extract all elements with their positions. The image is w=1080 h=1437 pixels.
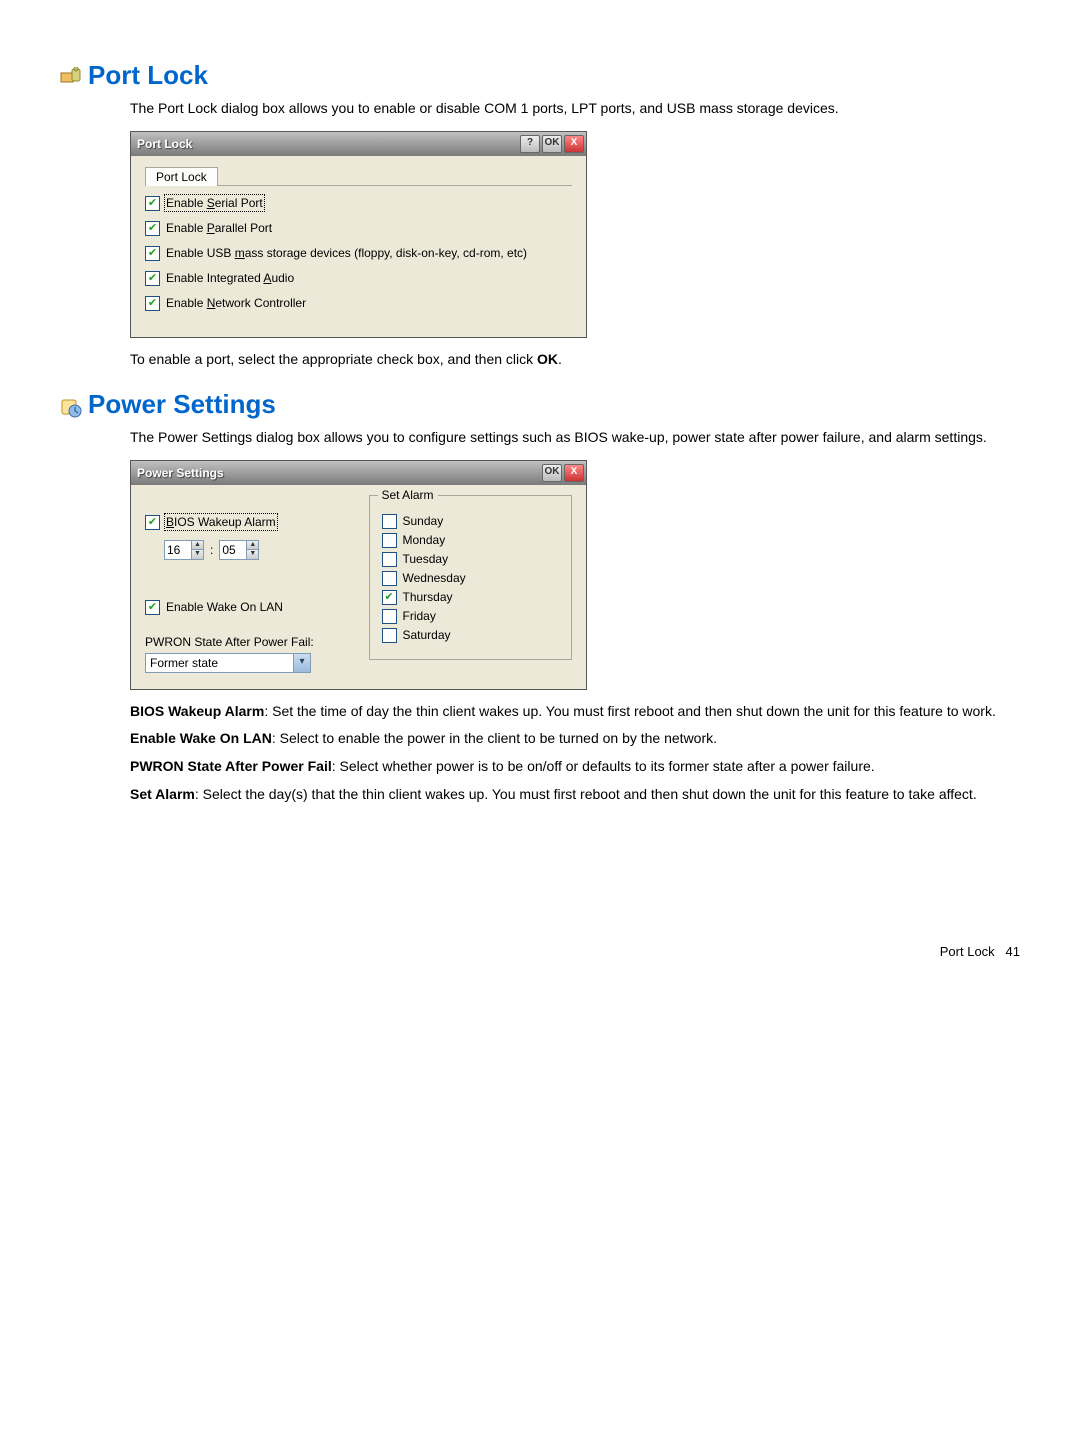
ok-button[interactable]: OK: [542, 135, 562, 153]
checkbox-label: Enable Serial Port: [166, 196, 263, 210]
set-alarm-label: Set Alarm: [378, 488, 438, 502]
minute-input[interactable]: [220, 541, 246, 559]
outro-pre: To enable a port, select the appropriate…: [130, 351, 537, 367]
outro-post: .: [558, 351, 562, 367]
power-intro: The Power Settings dialog box allows you…: [130, 428, 1020, 448]
titlebar-title: Power Settings: [137, 466, 224, 480]
minute-down[interactable]: ▼: [246, 550, 258, 559]
checkbox[interactable]: [382, 514, 397, 529]
tab-portlock[interactable]: Port Lock: [145, 167, 218, 186]
heading-text: Power Settings: [88, 389, 276, 420]
checkbox-label: Enable Parallel Port: [166, 221, 272, 235]
day-thursday[interactable]: Thursday: [382, 590, 560, 605]
desc-pwron: PWRON State After Power Fail: Select whe…: [130, 757, 1020, 777]
desc-wol: Enable Wake On LAN: Select to enable the…: [130, 729, 1020, 749]
power-dialog: Power Settings OK X BIOS Wakeup Alarm ▲▼…: [130, 460, 587, 690]
wol-checkbox[interactable]: [145, 600, 160, 615]
page-footer: Port Lock 41: [60, 944, 1020, 959]
portlock-check-1[interactable]: Enable Parallel Port: [145, 221, 572, 236]
checkbox[interactable]: [145, 271, 160, 286]
portlock-check-4[interactable]: Enable Network Controller: [145, 296, 572, 311]
portlock-outro: To enable a port, select the appropriate…: [130, 350, 1020, 370]
portlock-dialog: Port Lock ? OK X Port Lock Enable Serial…: [130, 131, 587, 338]
wol-row[interactable]: Enable Wake On LAN: [145, 600, 349, 615]
footer-page: 41: [1006, 944, 1020, 959]
pwron-label: PWRON State After Power Fail:: [145, 635, 349, 649]
time-separator: :: [210, 543, 213, 557]
checkbox[interactable]: [145, 196, 160, 211]
hour-spinner[interactable]: ▲▼: [164, 540, 204, 560]
portlock-icon: [60, 65, 82, 87]
day-friday[interactable]: Friday: [382, 609, 560, 624]
day-saturday[interactable]: Saturday: [382, 628, 560, 643]
time-row: ▲▼ : ▲▼: [145, 540, 349, 560]
bios-wakeup-label: BIOS Wakeup Alarm: [166, 515, 276, 529]
portlock-check-2[interactable]: Enable USB mass storage devices (floppy,…: [145, 246, 572, 261]
day-label: Thursday: [403, 590, 453, 604]
portlock-intro: The Port Lock dialog box allows you to e…: [130, 99, 1020, 119]
checkbox-label: Enable Integrated Audio: [166, 271, 294, 285]
close-button[interactable]: X: [564, 135, 584, 153]
bios-wakeup-row[interactable]: BIOS Wakeup Alarm: [145, 515, 349, 530]
minute-up[interactable]: ▲: [246, 541, 258, 551]
minute-spinner[interactable]: ▲▼: [219, 540, 259, 560]
day-label: Saturday: [403, 628, 451, 642]
day-label: Friday: [403, 609, 436, 623]
pwron-value: Former state: [150, 656, 218, 670]
titlebar: Power Settings OK X: [131, 461, 586, 485]
dropdown-arrow-icon[interactable]: ▾: [293, 654, 310, 672]
checkbox-label: Enable USB mass storage devices (floppy,…: [166, 246, 527, 260]
set-alarm-group: Set Alarm SundayMondayTuesdayWednesdayTh…: [369, 495, 573, 660]
day-wednesday[interactable]: Wednesday: [382, 571, 560, 586]
titlebar: Port Lock ? OK X: [131, 132, 586, 156]
pwron-select[interactable]: Former state ▾: [145, 653, 311, 673]
day-label: Wednesday: [403, 571, 466, 585]
checkbox[interactable]: [382, 552, 397, 567]
hour-up[interactable]: ▲: [191, 541, 203, 551]
hour-down[interactable]: ▼: [191, 550, 203, 559]
ok-button[interactable]: OK: [542, 464, 562, 482]
checkbox[interactable]: [145, 296, 160, 311]
day-tuesday[interactable]: Tuesday: [382, 552, 560, 567]
hour-input[interactable]: [165, 541, 191, 559]
section-heading-power: Power Settings: [60, 389, 1020, 420]
desc-bios: BIOS Wakeup Alarm: Set the time of day t…: [130, 702, 1020, 722]
checkbox-label: Enable Network Controller: [166, 296, 306, 310]
checkbox[interactable]: [145, 221, 160, 236]
help-button[interactable]: ?: [520, 135, 540, 153]
footer-section: Port Lock: [940, 944, 995, 959]
day-label: Sunday: [403, 514, 444, 528]
desc-setalarm: Set Alarm: Select the day(s) that the th…: [130, 785, 1020, 805]
day-label: Monday: [403, 533, 446, 547]
day-sunday[interactable]: Sunday: [382, 514, 560, 529]
checkbox[interactable]: [382, 571, 397, 586]
day-monday[interactable]: Monday: [382, 533, 560, 548]
power-icon: [60, 394, 82, 416]
bios-wakeup-checkbox[interactable]: [145, 515, 160, 530]
portlock-check-3[interactable]: Enable Integrated Audio: [145, 271, 572, 286]
checkbox[interactable]: [382, 609, 397, 624]
heading-text: Port Lock: [88, 60, 208, 91]
day-label: Tuesday: [403, 552, 449, 566]
wol-label: Enable Wake On LAN: [166, 600, 283, 614]
checkbox[interactable]: [382, 533, 397, 548]
outro-bold: OK: [537, 351, 558, 367]
checkbox[interactable]: [382, 628, 397, 643]
tab-strip: Port Lock: [145, 166, 572, 186]
close-button[interactable]: X: [564, 464, 584, 482]
portlock-check-0[interactable]: Enable Serial Port: [145, 196, 572, 211]
section-heading-portlock: Port Lock: [60, 60, 1020, 91]
checkbox[interactable]: [382, 590, 397, 605]
titlebar-title: Port Lock: [137, 137, 192, 151]
checkbox[interactable]: [145, 246, 160, 261]
